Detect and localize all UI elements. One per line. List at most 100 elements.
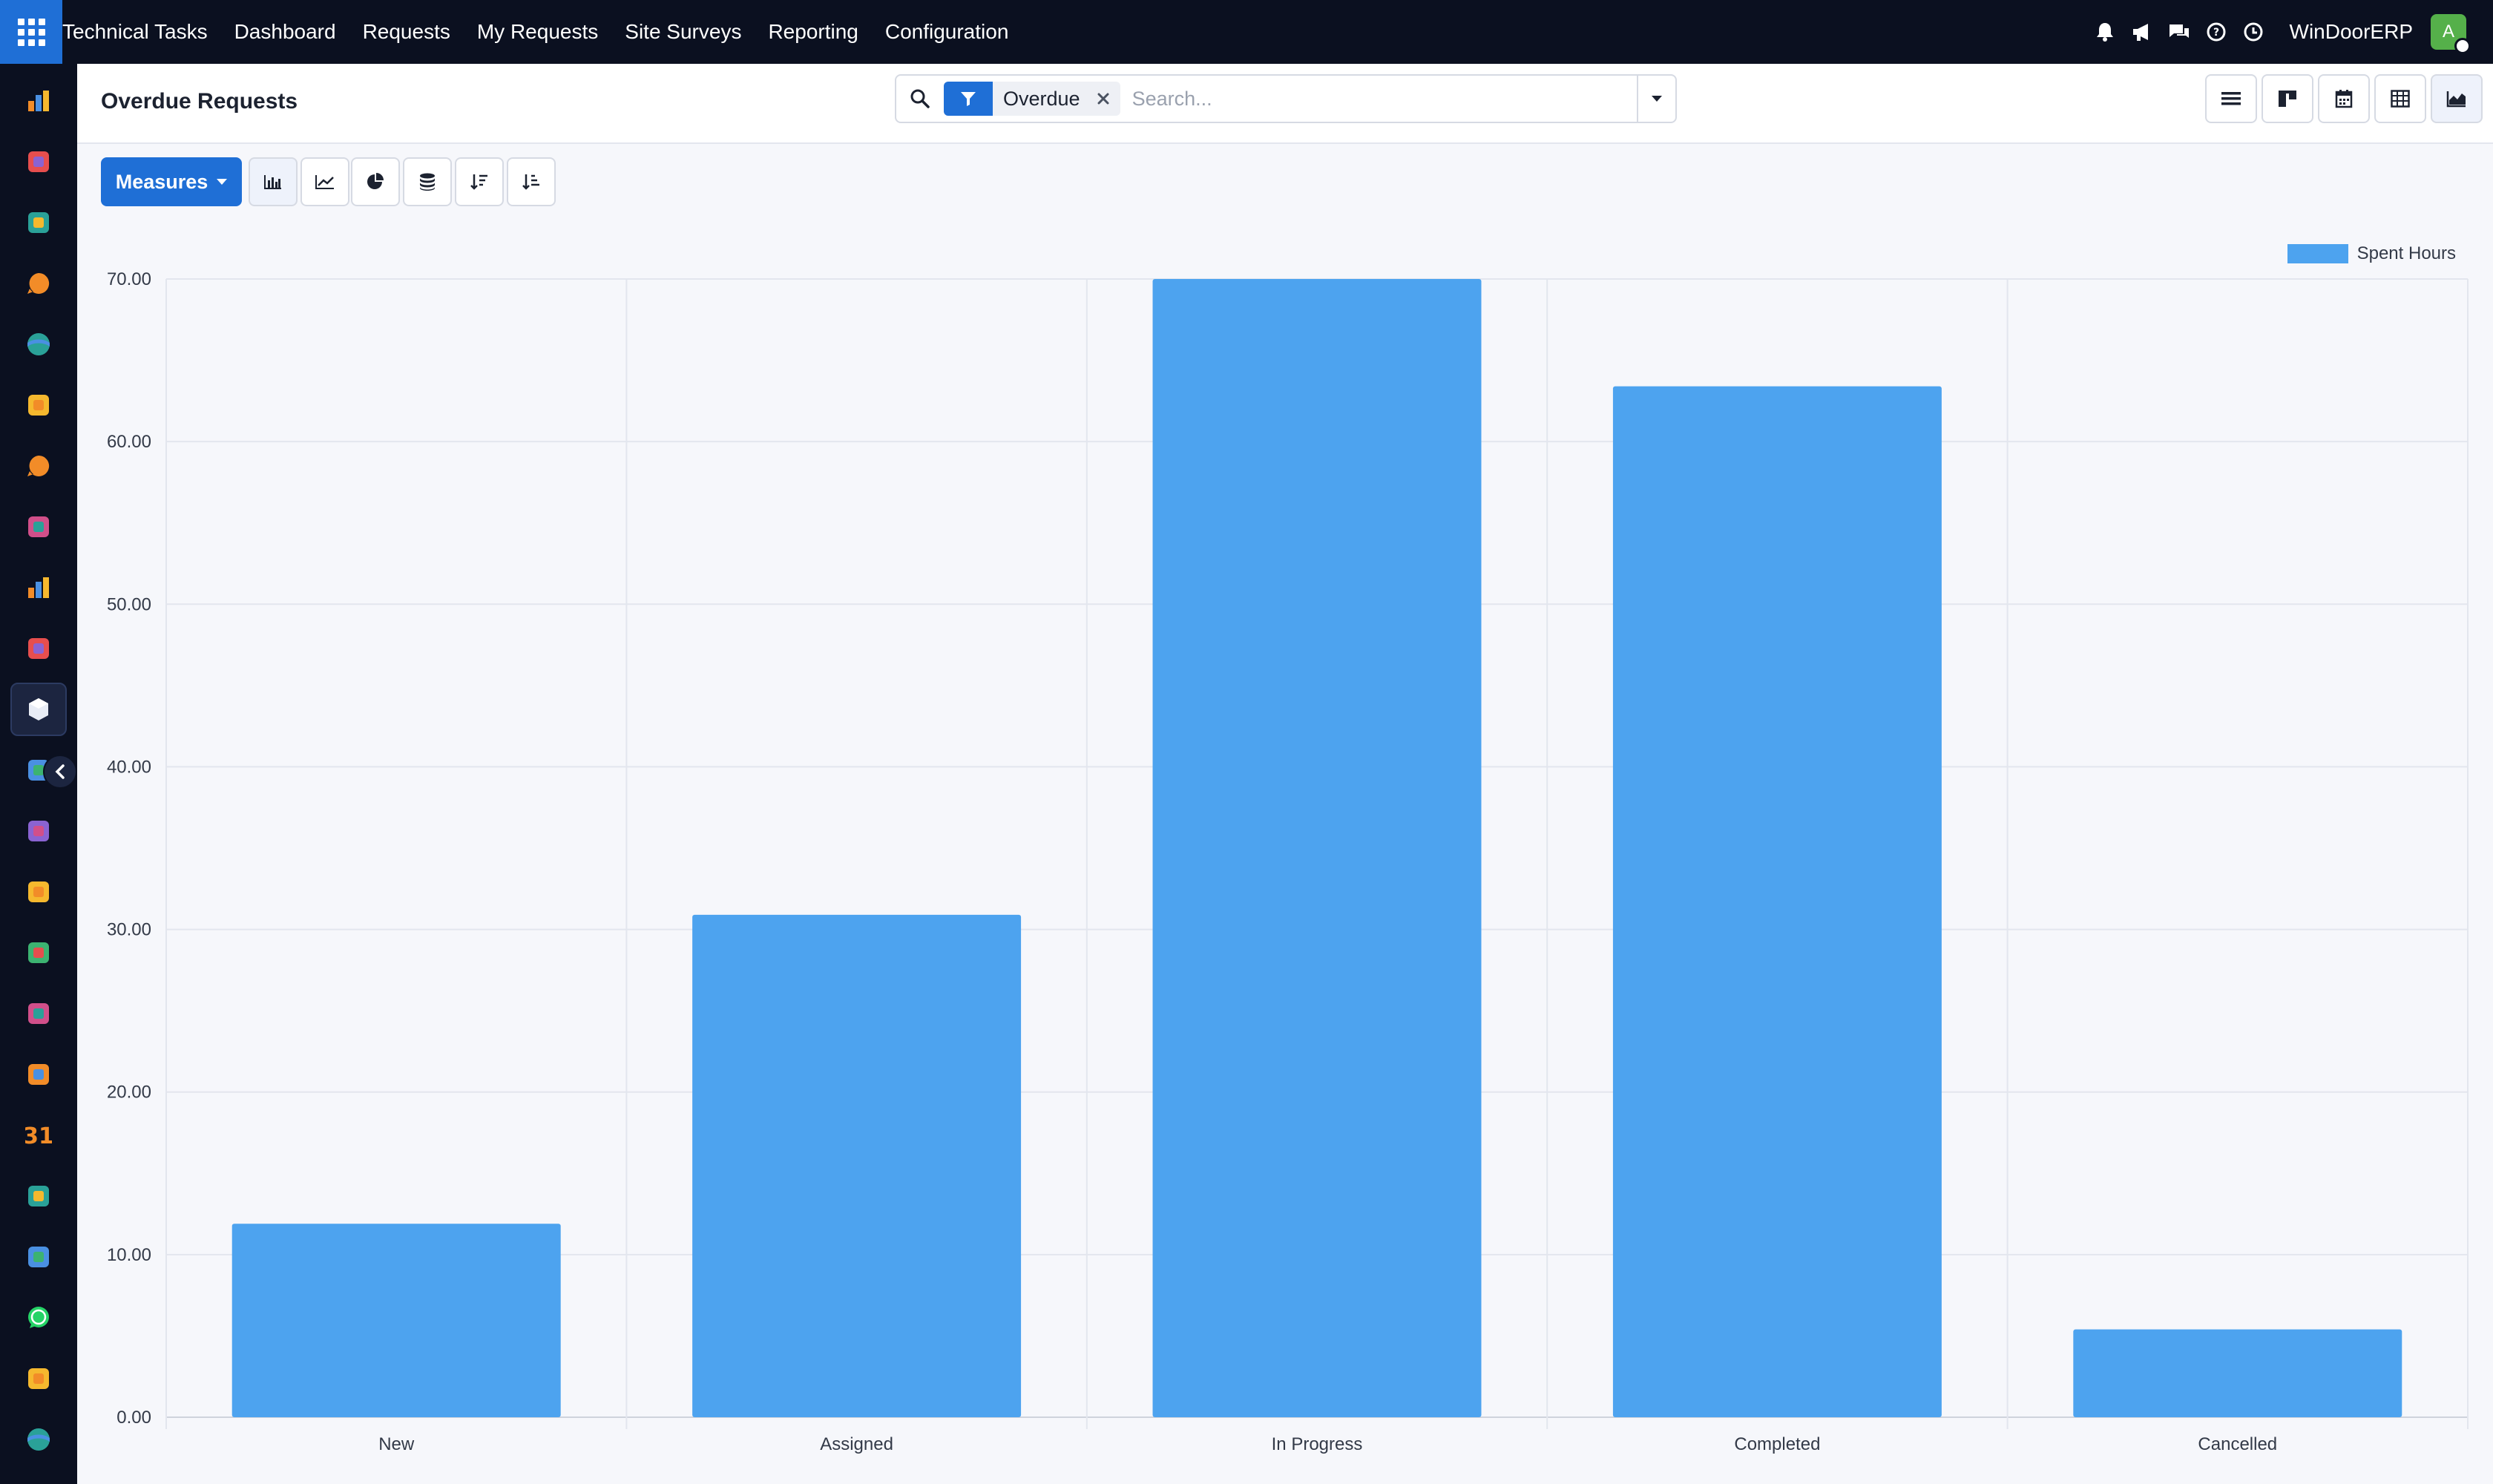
search-options-toggle[interactable] <box>1637 76 1675 122</box>
bar <box>1612 386 1942 1417</box>
caret-down-icon <box>217 179 228 185</box>
line-chart-button[interactable] <box>300 157 349 206</box>
calendar-view-button[interactable] <box>2318 74 2370 123</box>
kanban-view-icon <box>2279 91 2296 107</box>
sidebar-app-11[interactable] <box>10 683 67 736</box>
sort-ascending-icon <box>522 174 539 190</box>
filter-facet: Overdue <box>944 82 1120 116</box>
y-tick-label: 50.00 <box>107 594 151 614</box>
globe-app-icon <box>27 333 50 355</box>
graph-chart: 0.00 10.00 20.00 30.00 40.00 50.00 60.00 70.00 N… <box>77 223 2493 1484</box>
sidebar-app-10[interactable] <box>10 622 67 675</box>
avatar-letter: A <box>2442 22 2454 42</box>
filter-icon <box>944 82 993 116</box>
search-icon[interactable] <box>896 76 944 122</box>
calendar-app-icon: 31 <box>25 1123 52 1149</box>
x-tick-label: In Progress <box>1272 1434 1363 1454</box>
pivot-view-button[interactable] <box>2374 74 2426 123</box>
sidebar-app-16[interactable] <box>10 987 67 1040</box>
sidebar-app-13[interactable] <box>10 804 67 858</box>
y-tick-label: 10.00 <box>107 1245 151 1265</box>
contacts-app-icon <box>28 212 49 233</box>
sidebar-app-20[interactable] <box>10 1230 67 1284</box>
sidebar-app-4[interactable] <box>10 257 67 310</box>
globe-app-icon-2 <box>27 1428 50 1451</box>
grid-icon <box>17 18 45 46</box>
box-app-icon <box>29 698 48 720</box>
sidebar-app-8[interactable] <box>10 500 67 554</box>
measures-dropdown[interactable]: Measures <box>101 157 242 206</box>
collapse-sidebar-button[interactable] <box>43 755 77 789</box>
sidebar-app-6[interactable] <box>10 378 67 432</box>
avatar[interactable]: A <box>2431 14 2471 54</box>
menu-requests[interactable]: Requests <box>363 20 450 44</box>
book-app-icon <box>28 881 49 902</box>
sort-descending-button[interactable] <box>455 157 504 206</box>
search-input[interactable] <box>1131 87 1607 111</box>
svg-text:?: ? <box>2213 27 2218 39</box>
menu-my-requests[interactable]: My Requests <box>477 20 598 44</box>
sidebar-app-21[interactable] <box>10 1291 67 1345</box>
line-chart-icon <box>315 175 334 189</box>
megaphone-icon[interactable] <box>2131 21 2153 43</box>
company-switcher[interactable]: WinDoorERP <box>2290 20 2413 44</box>
list-view-button[interactable] <box>2205 74 2257 123</box>
sort-descending-icon <box>470 174 487 190</box>
menu-reporting[interactable]: Reporting <box>768 20 858 44</box>
graph-view-icon <box>2446 91 2466 108</box>
stacked-icon <box>420 173 435 191</box>
svg-text:31: 31 <box>25 1123 52 1149</box>
sidebar-app-18[interactable]: 31 <box>10 1109 67 1162</box>
sidebar-app-17[interactable] <box>10 1048 67 1101</box>
sidebar-app-5[interactable] <box>10 318 67 371</box>
sidebar-app-14[interactable] <box>10 865 67 919</box>
sidebar-app-7[interactable] <box>10 439 67 493</box>
app-name[interactable]: Technical Tasks <box>62 20 208 44</box>
menu-configuration[interactable]: Configuration <box>885 20 1009 44</box>
kanban-view-button[interactable] <box>2262 74 2313 123</box>
calendar-view-icon <box>2335 90 2353 108</box>
help-icon[interactable]: ? <box>2205 21 2227 43</box>
tag-app-icon <box>28 516 49 537</box>
sidebar-app-19[interactable] <box>10 1169 67 1223</box>
contacts-app-icon-2 <box>28 638 49 659</box>
sidebar-app-15[interactable] <box>10 926 67 979</box>
app-menu-button[interactable] <box>0 0 62 64</box>
clock-icon[interactable] <box>2242 21 2264 43</box>
dashboard-app-icon <box>28 1247 49 1267</box>
sidebar-app-22[interactable] <box>10 1352 67 1405</box>
y-tick-label: 70.00 <box>107 269 151 289</box>
sidebar-app-2[interactable] <box>10 135 67 188</box>
bar-chart-button[interactable] <box>249 157 298 206</box>
bar-chart-icon <box>264 175 281 189</box>
main-menu: Dashboard Requests My Requests Site Surv… <box>234 20 1036 44</box>
gauge-app-icon <box>28 1368 49 1389</box>
sidebar-app-1[interactable] <box>10 74 67 128</box>
sidebar-app-3[interactable] <box>10 196 67 249</box>
sidebar-app-9[interactable] <box>10 561 67 614</box>
pivot-view-icon <box>2391 90 2410 108</box>
sidebar-app-23[interactable] <box>10 1413 67 1466</box>
y-tick-label: 60.00 <box>107 432 151 452</box>
y-tick-label: 0.00 <box>116 1408 151 1428</box>
y-tick-label: 40.00 <box>107 757 151 777</box>
graph-view-button[interactable] <box>2431 74 2483 123</box>
menu-dashboard[interactable]: Dashboard <box>234 20 336 44</box>
y-tick-label: 20.00 <box>107 1083 151 1103</box>
menu-site-surveys[interactable]: Site Surveys <box>625 20 741 44</box>
chat-bubble-app-icon <box>27 272 50 294</box>
bar <box>692 914 1022 1417</box>
sort-ascending-button[interactable] <box>507 157 556 206</box>
sign-app-icon <box>28 1186 49 1206</box>
check-app-icon <box>28 821 49 841</box>
bell-icon[interactable] <box>2094 21 2116 43</box>
stacked-button[interactable] <box>403 157 452 206</box>
pie-chart-button[interactable] <box>351 157 400 206</box>
chart-legend[interactable]: Spent Hours <box>2287 243 2456 264</box>
bar <box>1152 279 1482 1417</box>
close-icon[interactable] <box>1091 82 1116 116</box>
mail-app-icon <box>28 395 49 416</box>
people-app-icon <box>28 1064 49 1085</box>
chat-icon[interactable] <box>2168 21 2190 43</box>
system-tray: ? WinDoorERP A <box>2079 0 2471 64</box>
